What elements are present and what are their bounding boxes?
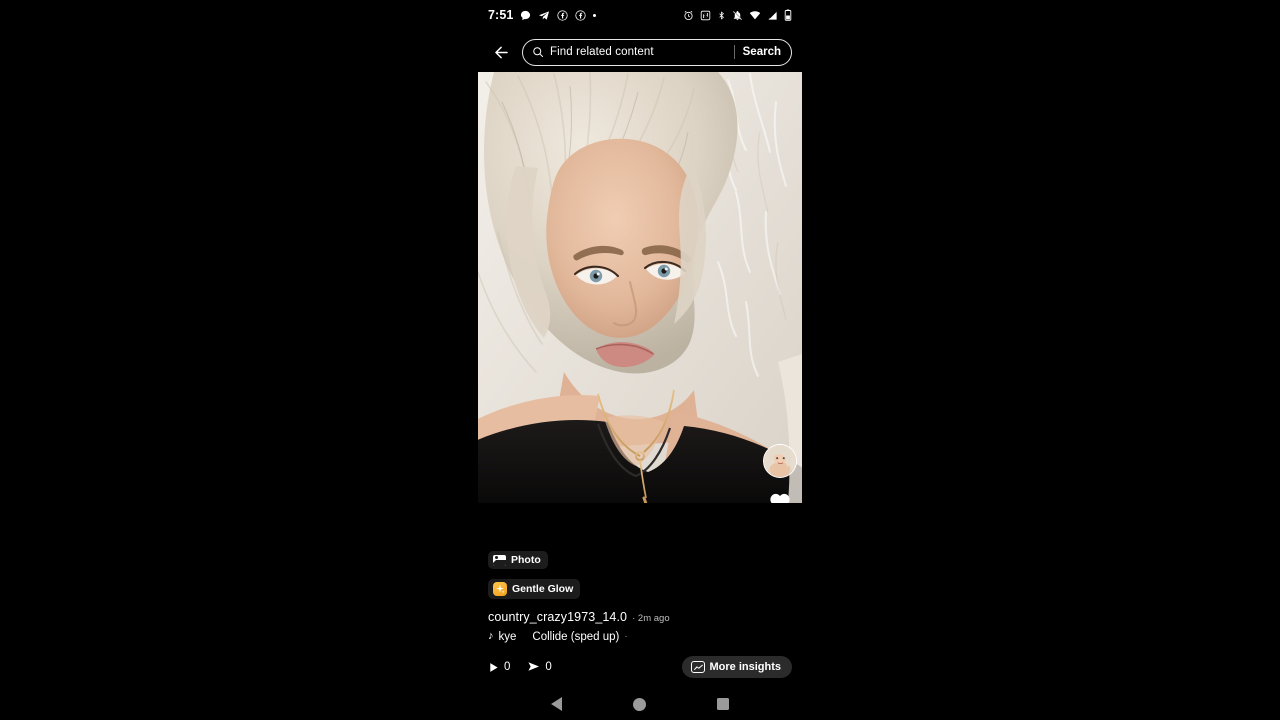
play-icon bbox=[490, 662, 498, 672]
telegram-icon bbox=[538, 10, 550, 21]
avatar-illustration bbox=[764, 445, 796, 477]
byline: country_crazy1973_14.0 · 2m ago bbox=[488, 610, 792, 624]
search-icon bbox=[532, 46, 544, 58]
search-divider bbox=[733, 45, 735, 59]
wifi-icon bbox=[749, 10, 761, 21]
photo-badge: Photo bbox=[488, 551, 548, 569]
effect-badge[interactable]: Gentle Glow bbox=[488, 578, 581, 599]
facebook-icon bbox=[557, 9, 569, 21]
share-arrow-icon bbox=[528, 662, 540, 671]
alarm-icon bbox=[683, 10, 694, 21]
screen-root: 7:51 Find related content Search Photo G… bbox=[0, 0, 1280, 720]
photo-icon bbox=[493, 554, 506, 566]
sparkle-icon bbox=[493, 581, 507, 596]
search-header: Find related content Search bbox=[478, 32, 802, 72]
effect-badge-label: Gentle Glow bbox=[512, 582, 574, 595]
dot-icon bbox=[593, 13, 597, 17]
more-insights-button[interactable]: More insights bbox=[682, 656, 792, 678]
android-navigation-bar bbox=[478, 688, 802, 720]
music-row[interactable]: ♪ kye Collide (sped up) · bbox=[488, 631, 792, 643]
username[interactable]: country_crazy1973_14.0 bbox=[488, 610, 627, 624]
facebook-icon bbox=[575, 9, 587, 21]
music-note-icon: ♪ bbox=[488, 630, 494, 642]
post-info: Photo Gentle Glow country_crazy1973_14.0… bbox=[478, 503, 802, 643]
share-count-stat: 0 bbox=[527, 661, 552, 673]
status-bar-clock: 7:51 bbox=[488, 8, 514, 22]
nfc-icon bbox=[700, 10, 711, 21]
nav-back-button[interactable] bbox=[551, 697, 563, 711]
media-photo[interactable]: 0 0 0 bbox=[478, 72, 802, 503]
heart-icon bbox=[770, 493, 790, 503]
avatar[interactable] bbox=[763, 444, 797, 478]
stats-row: 0 0 More insights bbox=[478, 652, 802, 682]
bluetooth-icon bbox=[717, 10, 726, 21]
ringer-vibrate-off-icon bbox=[732, 10, 743, 21]
play-count-stat: 0 bbox=[488, 661, 510, 673]
play-count: 0 bbox=[504, 661, 511, 673]
more-insights-label: More insights bbox=[709, 661, 781, 673]
phone-viewport: 7:51 Find related content Search Photo G… bbox=[478, 0, 802, 720]
author-avatar-button[interactable] bbox=[763, 444, 797, 478]
photo-illustration bbox=[478, 72, 802, 503]
cellular-signal-icon bbox=[767, 10, 778, 21]
music-trailing-dot: · bbox=[624, 631, 628, 642]
search-bar[interactable]: Find related content Search bbox=[522, 38, 792, 66]
analytics-chart-icon bbox=[691, 661, 706, 673]
share-count: 0 bbox=[545, 661, 552, 673]
music-artist: kye bbox=[498, 630, 517, 643]
search-input[interactable]: Find related content bbox=[550, 46, 732, 58]
chat-bubble-icon bbox=[520, 10, 531, 21]
nav-home-button[interactable] bbox=[632, 697, 646, 711]
action-rail: 0 0 0 bbox=[758, 444, 802, 503]
like-button[interactable]: 0 bbox=[769, 492, 791, 503]
search-submit-button[interactable]: Search bbox=[743, 46, 787, 58]
status-bar-right bbox=[683, 9, 792, 21]
status-bar: 7:51 bbox=[478, 0, 802, 30]
post-timestamp: · 2m ago bbox=[632, 612, 670, 624]
status-bar-left: 7:51 bbox=[488, 8, 597, 22]
battery-icon bbox=[784, 9, 792, 21]
back-button[interactable] bbox=[488, 39, 514, 65]
nav-recents-button[interactable] bbox=[716, 698, 729, 710]
photo-badge-label: Photo bbox=[511, 554, 541, 566]
music-title: Collide (sped up) bbox=[532, 630, 620, 643]
